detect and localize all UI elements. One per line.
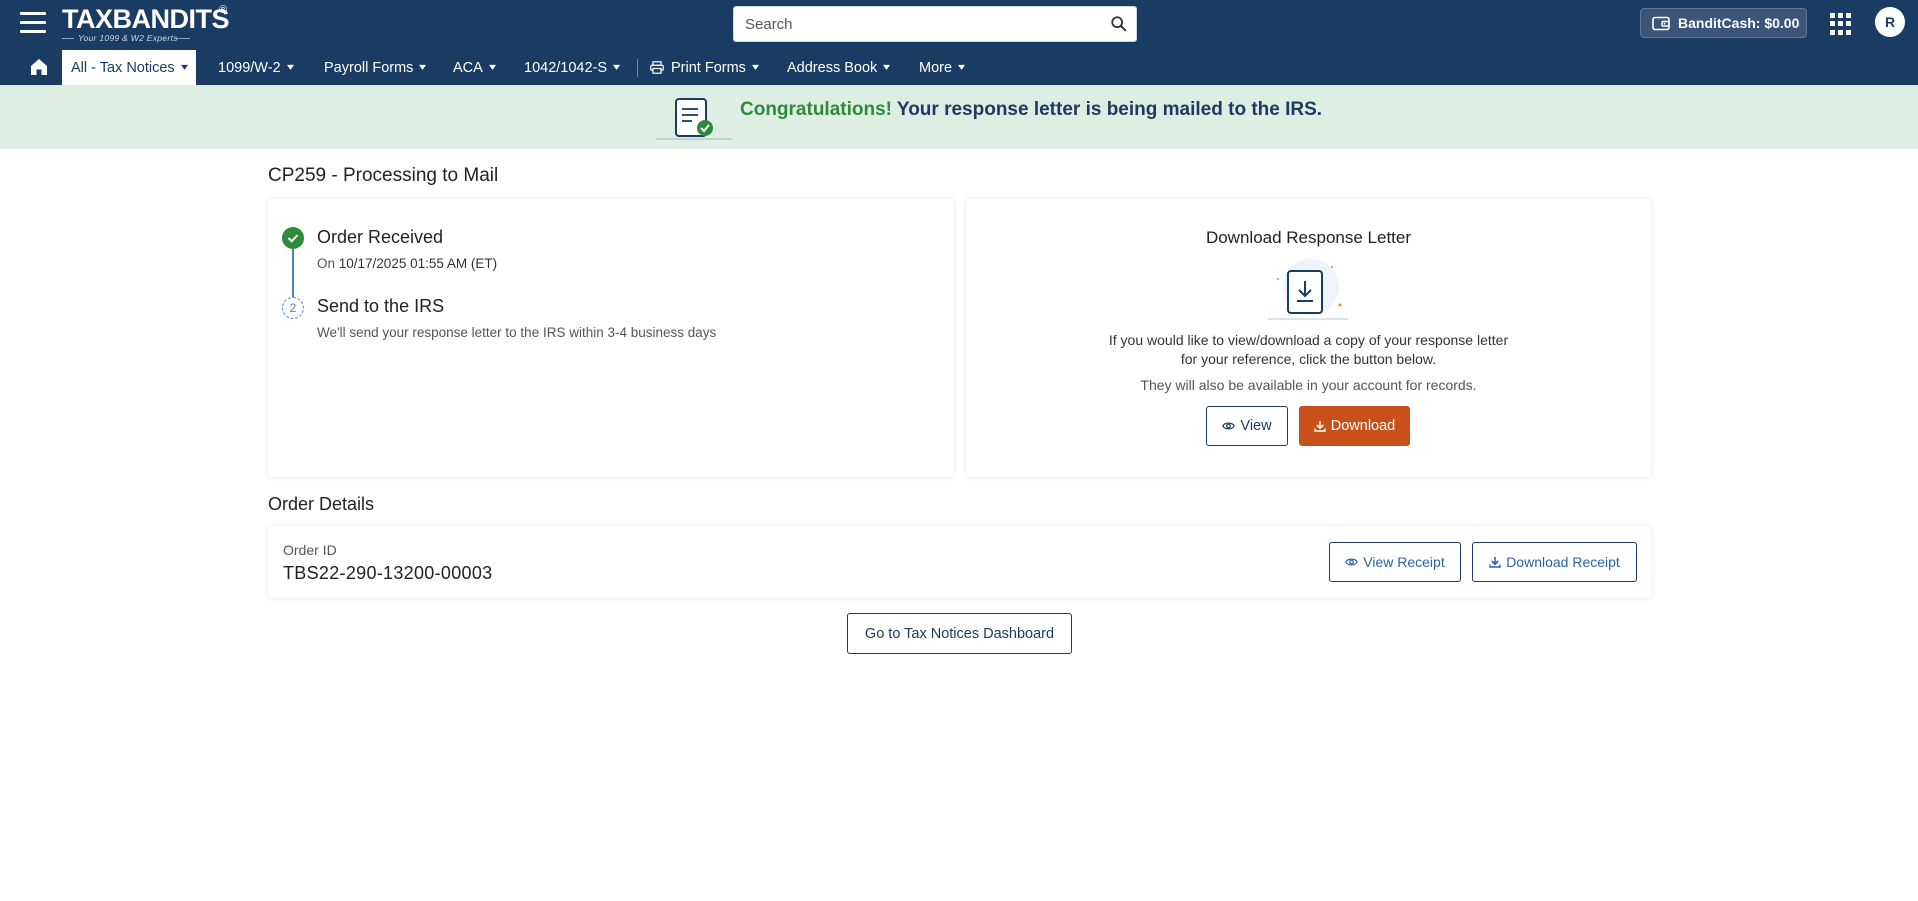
home-icon[interactable] — [28, 56, 50, 78]
logo-rule-left — [62, 38, 74, 39]
search-icon[interactable] — [1110, 15, 1128, 33]
chevron-down-icon: ▾ — [488, 62, 496, 73]
download-icon — [1489, 557, 1501, 568]
search-box — [733, 6, 1137, 42]
eye-icon — [1222, 422, 1236, 430]
nav-more[interactable]: More ▾ — [919, 50, 966, 85]
step-date-prefix: On — [317, 256, 339, 271]
page-title: CP259 - Processing to Mail — [268, 165, 499, 186]
download-icon — [1314, 421, 1326, 432]
view-letter-button[interactable]: View — [1206, 406, 1288, 446]
eye-icon — [1345, 558, 1359, 566]
hamburger-menu-icon[interactable] — [20, 12, 46, 34]
bandit-cash-label: BanditCash: $0.00 — [1678, 15, 1800, 31]
nav-label: ACA — [453, 59, 483, 76]
order-details-heading: Order Details — [268, 494, 375, 514]
nav-label: Print Forms — [671, 59, 746, 76]
step-subtitle: We'll send your response letter to the I… — [317, 325, 717, 340]
step-date: 10/17/2025 01:55 AM (ET) — [338, 256, 498, 271]
nav-all-tax-notices[interactable]: All - Tax Notices ▾ — [62, 50, 196, 85]
step-complete-badge — [282, 227, 304, 249]
nav-address-book[interactable]: Address Book ▾ — [787, 50, 891, 85]
chevron-down-icon: ▾ — [883, 62, 891, 73]
download-letter-button[interactable]: Download — [1299, 406, 1410, 446]
step-connector — [292, 249, 294, 297]
nav-label: All - Tax Notices — [71, 59, 175, 76]
button-label: View Receipt — [1363, 554, 1445, 570]
document-download-icon — [1268, 259, 1348, 320]
logo-wordmark: TAXBANDITS — [62, 4, 230, 34]
top-header: TAXBANDITS ® Your 1099 & W2 Experts Band… — [0, 0, 1918, 85]
order-id-label: Order ID — [283, 542, 337, 558]
button-label: Download — [1330, 418, 1396, 434]
step-subtitle: On 10/17/2025 01:55 AM (ET) — [317, 256, 497, 271]
nav-payroll-forms[interactable]: Payroll Forms ▾ — [324, 50, 427, 85]
chevron-down-icon: ▾ — [958, 62, 966, 73]
nav-label: Address Book — [787, 59, 878, 76]
banner-highlight: Congratulations! — [740, 99, 892, 120]
logo-tagline: Your 1099 & W2 Experts — [78, 33, 178, 43]
chevron-down-icon: ▾ — [613, 62, 621, 73]
view-receipt-button[interactable]: View Receipt — [1329, 542, 1461, 582]
order-details-card: Order ID TBS22-290-13200-00003 View Rece… — [268, 526, 1651, 598]
letter-check-icon — [656, 98, 732, 140]
search-input[interactable] — [734, 7, 1094, 41]
nav-label: 1042/1042-S — [524, 59, 608, 76]
chevron-down-icon: ▾ — [751, 62, 759, 73]
go-to-dashboard-button[interactable]: Go to Tax Notices Dashboard — [847, 613, 1072, 654]
apps-grid-icon[interactable] — [1830, 13, 1852, 35]
step-title: Send to the IRS — [317, 296, 445, 316]
printer-icon — [650, 61, 664, 74]
description-line: If you would like to view/download a cop… — [1108, 332, 1509, 348]
nav-divider — [637, 59, 638, 77]
nav-print-forms[interactable]: Print Forms ▾ — [650, 50, 759, 85]
avatar[interactable]: R — [1875, 7, 1905, 37]
description-line: for your reference, click the button bel… — [1180, 351, 1437, 367]
download-letter-description: If you would like to view/download a cop… — [966, 331, 1651, 369]
download-receipt-button[interactable]: Download Receipt — [1472, 542, 1637, 582]
button-label: Download Receipt — [1506, 554, 1620, 570]
status-card: 2 Order Received On 10/17/2025 01:55 AM … — [268, 199, 954, 477]
nav-1042[interactable]: 1042/1042-S ▾ — [524, 50, 621, 85]
chevron-down-icon: ▾ — [419, 62, 427, 73]
download-letter-note: They will also be available in your acco… — [1140, 377, 1477, 393]
nav-1099-w2[interactable]: 1099/W-2 ▾ — [218, 50, 294, 85]
order-id-value: TBS22-290-13200-00003 — [283, 563, 493, 583]
step-title: Order Received — [317, 227, 444, 247]
nav-aca[interactable]: ACA ▾ — [453, 50, 496, 85]
download-letter-title: Download Response Letter — [1205, 228, 1412, 247]
success-banner: Congratulations! Your response letter is… — [0, 85, 1918, 149]
nav-label: 1099/W-2 — [218, 59, 281, 76]
nav-label: More — [919, 59, 953, 76]
wallet-icon — [1652, 16, 1670, 30]
nav-label: Payroll Forms — [324, 59, 414, 76]
download-letter-card: Download Response Letter If you would li… — [966, 199, 1651, 477]
bandit-cash-button[interactable]: BanditCash: $0.00 — [1640, 8, 1807, 38]
logo-registered-mark: ® — [219, 4, 228, 16]
main-nav: All - Tax Notices ▾ 1099/W-2 ▾ Payroll For… — [0, 50, 1918, 85]
step-number-badge: 2 — [282, 297, 304, 319]
logo-rule-right — [174, 38, 190, 39]
chevron-down-icon: ▾ — [286, 62, 294, 73]
banner-text: Your response letter is being mailed to … — [892, 99, 1323, 120]
banner-message: Congratulations! Your response letter is… — [740, 99, 1322, 121]
button-label: View — [1240, 418, 1272, 434]
check-icon — [287, 234, 299, 243]
chevron-down-icon: ▾ — [180, 62, 188, 73]
taxbandits-logo[interactable]: TAXBANDITS ® Your 1099 & W2 Experts — [62, 4, 230, 43]
